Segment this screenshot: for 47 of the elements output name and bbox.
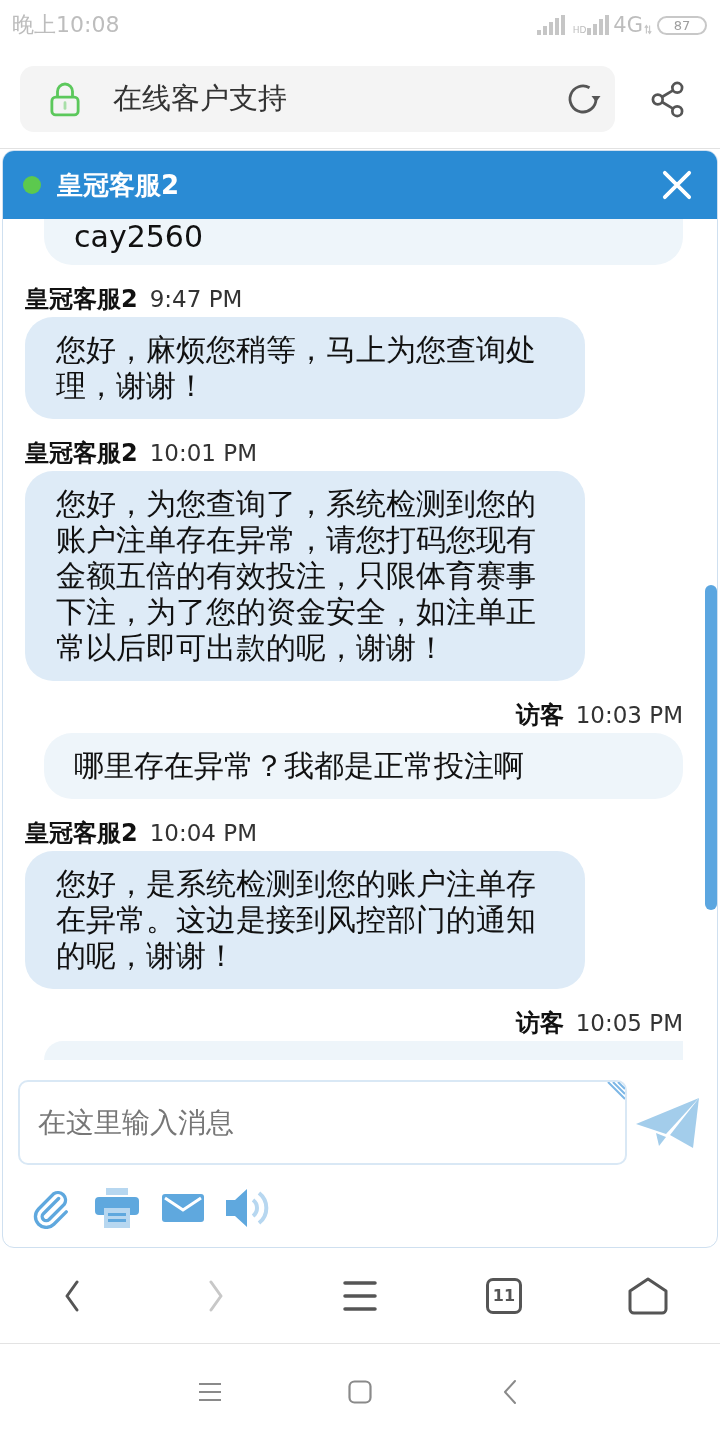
menu-icon [198, 1382, 222, 1402]
sender-name: 访客 [515, 700, 564, 731]
home-button[interactable] [348, 1380, 372, 1404]
chat-message: 您好，是系统检测到您的账户注单存在异常。这边是接到风控部门的通知的呢，谢谢！ [25, 851, 585, 989]
message-time: 10:03 PM [575, 702, 683, 728]
back-button[interactable] [503, 1379, 517, 1405]
sender-name: 皇冠客服2 [25, 284, 138, 315]
chat-title: 皇冠客服2 [57, 168, 180, 202]
chevron-right-icon [208, 1279, 224, 1312]
chat-message: 您好，为您查询了，系统检测到您的账户注单存在异常，请您打码您现有金额五倍的有效投注，只限体育赛事下注，为了您的资金安全，如注单正常以后即可出款的呢，谢谢！ [25, 471, 585, 681]
signal-icon [536, 15, 565, 35]
lock-icon [50, 81, 80, 117]
share-icon [650, 80, 685, 118]
tabs-button[interactable]: 11 [486, 1277, 522, 1314]
recents-button[interactable] [198, 1382, 222, 1402]
close-icon [662, 170, 692, 200]
message-time: 9:47 PM [149, 286, 243, 312]
home-button[interactable] [628, 1276, 668, 1315]
sender-name: 皇冠客服2 [25, 818, 138, 849]
battery-level: 87 [657, 15, 707, 35]
message-time: 10:04 PM [149, 820, 257, 846]
chat-message: cay2560 [44, 219, 683, 265]
back-button[interactable] [64, 1279, 80, 1312]
menu-icon [343, 1279, 377, 1312]
hd-label: HD [572, 25, 587, 35]
clock-time: 晚上10:08 [12, 11, 120, 39]
chevron-left-icon [64, 1279, 80, 1312]
envelope-icon [162, 1194, 204, 1222]
printer-icon [95, 1188, 139, 1228]
chat-message: 哪里存在异常？我都是正常投注啊 [44, 733, 683, 799]
sender-name: 访客 [515, 1008, 564, 1039]
menu-button[interactable] [343, 1279, 377, 1312]
network-type: 4G [613, 13, 643, 37]
paper-plane-icon [636, 1095, 700, 1150]
signal-icon [587, 15, 610, 35]
message-input[interactable]: 在这里输入消息 [18, 1080, 627, 1165]
page-title: 在线客户支持 [113, 80, 287, 117]
corner-stripes-icon [605, 1082, 625, 1102]
home-icon [628, 1276, 668, 1315]
message-time: 10:05 PM [575, 1010, 683, 1036]
sender-name: 皇冠客服2 [25, 438, 138, 469]
data-arrows-icon [644, 23, 652, 35]
address-bar[interactable]: 在线客户支持 [20, 66, 615, 132]
chat-message: 您好，麻烦您稍等，马上为您查询处理，谢谢！ [25, 317, 585, 419]
message-time: 10:01 PM [149, 440, 257, 466]
chevron-left-icon [503, 1379, 517, 1405]
square-icon [348, 1380, 372, 1404]
